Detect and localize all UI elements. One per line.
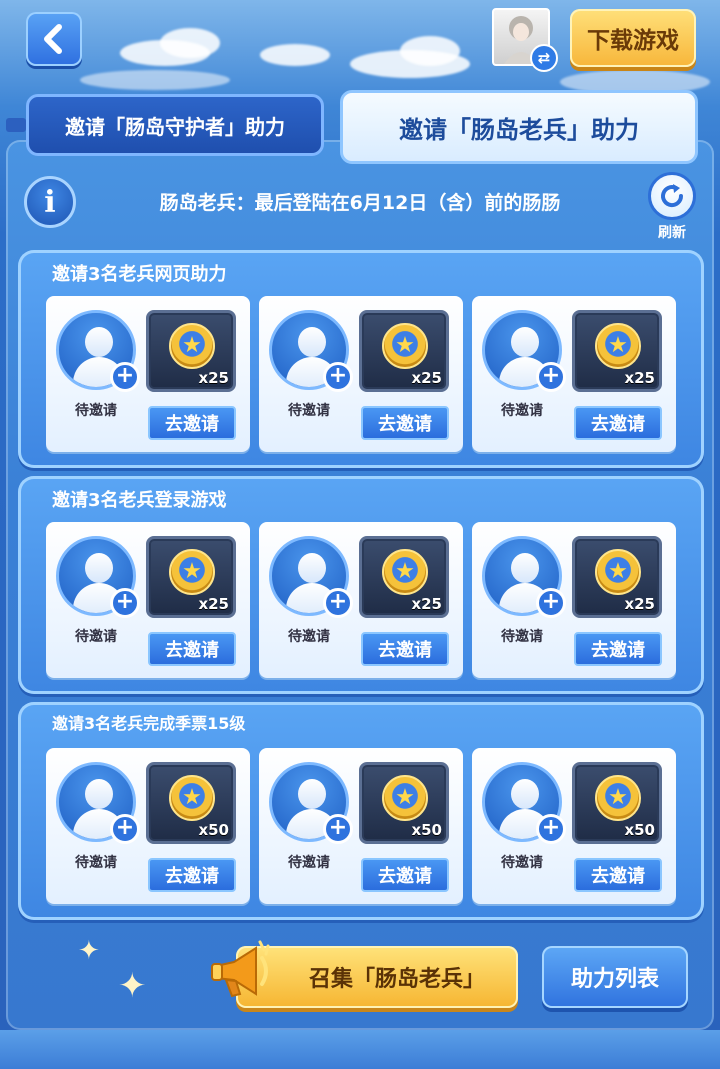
veteran-definition-text: 肠岛老兵：最后登陆在6月12日（含）前的肠肠 bbox=[159, 192, 561, 214]
reward-quantity: x25 bbox=[411, 595, 442, 613]
invite-slot-card: + 待邀请 ★ x25 去邀请 bbox=[46, 296, 250, 452]
slot-status: 待邀请 bbox=[288, 629, 330, 645]
bottom-edge bbox=[0, 1030, 720, 1069]
info-icon[interactable]: i bbox=[24, 176, 76, 228]
star-coin-icon: ★ bbox=[382, 549, 428, 595]
reward-item: ★ x50 bbox=[572, 762, 662, 844]
reward-item: ★ x25 bbox=[146, 310, 236, 392]
tab-invite-guardian[interactable]: 邀请「肠岛守护者」助力 bbox=[26, 94, 324, 156]
plus-icon: + bbox=[323, 362, 353, 392]
invite-button[interactable]: 去邀请 bbox=[148, 632, 236, 666]
plus-icon: + bbox=[536, 362, 566, 392]
star-coin-icon: ★ bbox=[595, 323, 641, 369]
task-section-login-game: 邀请3名老兵登录游戏 + 待邀请 ★ x25 去邀请 + 待邀请 ★ x25 去… bbox=[18, 476, 704, 694]
tab-label: 邀请「肠岛守护者」助力 bbox=[65, 114, 285, 139]
star-coin-icon: ★ bbox=[595, 775, 641, 821]
invite-button[interactable]: 去邀请 bbox=[361, 632, 449, 666]
refresh-button[interactable] bbox=[648, 172, 696, 220]
section-title: 邀请3名老兵网页助力 bbox=[52, 264, 227, 285]
reward-quantity: x25 bbox=[624, 369, 655, 387]
invite-slot-card: + 待邀请 ★ x25 去邀请 bbox=[259, 296, 463, 452]
slot-status: 待邀请 bbox=[501, 629, 543, 645]
invite-button[interactable]: 去邀请 bbox=[574, 858, 662, 892]
invite-slot-card: + 待邀请 ★ x25 去邀请 bbox=[472, 522, 676, 678]
star-coin-icon: ★ bbox=[595, 549, 641, 595]
reward-quantity: x25 bbox=[198, 369, 229, 387]
star-coin-icon: ★ bbox=[169, 775, 215, 821]
reward-item: ★ x25 bbox=[572, 536, 662, 618]
invite-button[interactable]: 去邀请 bbox=[148, 406, 236, 440]
assist-list-button[interactable]: 助力列表 bbox=[542, 946, 688, 1008]
invite-slot-card: + 待邀请 ★ x25 去邀请 bbox=[259, 522, 463, 678]
reward-quantity: x25 bbox=[411, 369, 442, 387]
back-button[interactable] bbox=[26, 12, 82, 66]
invite-slot-card: + 待邀请 ★ x25 去邀请 bbox=[472, 296, 676, 452]
slot-status: 待邀请 bbox=[288, 403, 330, 419]
reward-quantity: x25 bbox=[198, 595, 229, 613]
summon-label: 召集「肠岛老兵」 bbox=[308, 967, 485, 992]
refresh-label: 刷新 bbox=[658, 225, 686, 241]
megaphone-icon bbox=[211, 940, 270, 998]
invite-slot-card: + 待邀请 ★ x50 去邀请 bbox=[259, 748, 463, 904]
sparkle-icon: ✦ bbox=[78, 936, 100, 966]
task-section-season-pass: 邀请3名老兵完成季票15级 + 待邀请 ★ x50 去邀请 + 待邀请 ★ x5… bbox=[18, 702, 704, 920]
star-coin-icon: ★ bbox=[382, 323, 428, 369]
reward-item: ★ x25 bbox=[572, 310, 662, 392]
summon-veterans-button[interactable]: 召集「肠岛老兵」 bbox=[236, 946, 518, 1008]
slot-status: 待邀请 bbox=[288, 855, 330, 871]
tab-label: 邀请「肠岛老兵」助力 bbox=[399, 115, 639, 144]
slot-status: 待邀请 bbox=[75, 855, 117, 871]
reward-quantity: x50 bbox=[198, 821, 229, 839]
plus-icon: + bbox=[323, 814, 353, 844]
reward-item: ★ x25 bbox=[359, 310, 449, 392]
reward-item: ★ x50 bbox=[359, 762, 449, 844]
invite-button[interactable]: 去邀请 bbox=[574, 406, 662, 440]
download-game-button[interactable]: 下载游戏 bbox=[570, 9, 696, 67]
chevron-left-icon bbox=[44, 24, 62, 54]
invite-button[interactable]: 去邀请 bbox=[148, 858, 236, 892]
invite-slot-card: + 待邀请 ★ x50 去邀请 bbox=[46, 748, 250, 904]
reward-quantity: x50 bbox=[624, 821, 655, 839]
invite-slot-card: + 待邀请 ★ x50 去邀请 bbox=[472, 748, 676, 904]
plus-icon: + bbox=[536, 814, 566, 844]
invite-slot-card: + 待邀请 ★ x25 去邀请 bbox=[46, 522, 250, 678]
swap-icon[interactable]: ⇄ bbox=[530, 44, 558, 72]
tab-connector bbox=[6, 118, 26, 132]
tab-invite-veteran[interactable]: 邀请「肠岛老兵」助力 bbox=[340, 90, 698, 164]
plus-icon: + bbox=[110, 814, 140, 844]
slot-status: 待邀请 bbox=[75, 629, 117, 645]
sparkle-icon: ✦ bbox=[118, 966, 147, 1006]
refresh-icon bbox=[661, 184, 684, 208]
invite-button[interactable]: 去邀请 bbox=[361, 858, 449, 892]
slot-status: 待邀请 bbox=[75, 403, 117, 419]
reward-item: ★ x50 bbox=[146, 762, 236, 844]
slot-status: 待邀请 bbox=[501, 855, 543, 871]
reward-quantity: x25 bbox=[624, 595, 655, 613]
star-coin-icon: ★ bbox=[169, 323, 215, 369]
slot-status: 待邀请 bbox=[501, 403, 543, 419]
reward-item: ★ x25 bbox=[146, 536, 236, 618]
star-coin-icon: ★ bbox=[382, 775, 428, 821]
plus-icon: + bbox=[323, 588, 353, 618]
plus-icon: + bbox=[536, 588, 566, 618]
star-coin-icon: ★ bbox=[169, 549, 215, 595]
plus-icon: + bbox=[110, 362, 140, 392]
section-title: 邀请3名老兵登录游戏 bbox=[52, 490, 227, 511]
reward-item: ★ x25 bbox=[359, 536, 449, 618]
task-section-web-assist: 邀请3名老兵网页助力 + 待邀请 ★ x25 去邀请 + 待邀请 ★ x25 去… bbox=[18, 250, 704, 468]
plus-icon: + bbox=[110, 588, 140, 618]
reward-quantity: x50 bbox=[411, 821, 442, 839]
invite-button[interactable]: 去邀请 bbox=[574, 632, 662, 666]
invite-button[interactable]: 去邀请 bbox=[361, 406, 449, 440]
section-title: 邀请3名老兵完成季票15级 bbox=[52, 714, 246, 733]
